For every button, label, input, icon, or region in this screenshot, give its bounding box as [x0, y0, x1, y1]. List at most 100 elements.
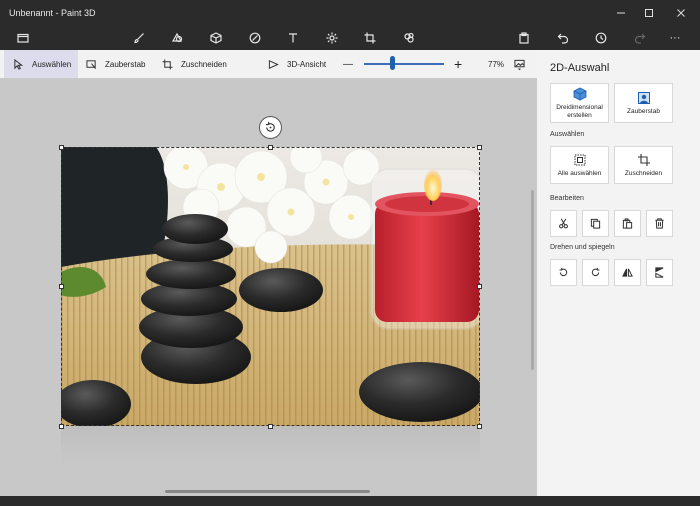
- resize-handle-bottom-left[interactable]: [59, 424, 64, 429]
- zoom-slider-thumb[interactable]: [389, 56, 395, 70]
- cut-button[interactable]: [550, 210, 577, 237]
- stickers-tool[interactable]: [240, 26, 270, 50]
- select-label: Auswählen: [32, 59, 72, 69]
- window-bottom-edge: [0, 496, 700, 506]
- zoom-in-button[interactable]: +: [454, 50, 462, 78]
- select-button[interactable]: Auswählen: [4, 50, 78, 78]
- canvas-tool[interactable]: [355, 26, 385, 50]
- magic-select-icon: [86, 59, 97, 69]
- copy-button[interactable]: [582, 210, 609, 237]
- close-button[interactable]: [664, 0, 698, 26]
- select-all-icon: [574, 154, 585, 166]
- undo-icon: [557, 33, 569, 44]
- crop-panel-button[interactable]: Zuschneiden: [614, 146, 673, 184]
- resize-handle-bottom[interactable]: [268, 424, 273, 429]
- horizontal-scrollbar[interactable]: [165, 490, 370, 493]
- crop-icon: [637, 153, 650, 166]
- crop-panel-label: Zuschneiden: [624, 169, 663, 177]
- resize-handle-top-left[interactable]: [59, 145, 64, 150]
- shapes-3d-icon: [210, 32, 222, 44]
- magic-select-panel-button[interactable]: Zauberstab: [614, 83, 673, 123]
- brush-icon: [134, 33, 144, 44]
- zoom-value: 77%: [488, 59, 505, 69]
- rotate-right-button[interactable]: [582, 259, 609, 286]
- resize-handle-top[interactable]: [268, 145, 273, 150]
- minimize-icon: [617, 12, 625, 14]
- cut-icon: [559, 218, 568, 229]
- select-all-button[interactable]: Alle auswählen: [550, 146, 609, 184]
- side-panel: 2D-Auswahl Dreidimensional erstellen Zau…: [537, 50, 700, 506]
- vertical-scrollbar[interactable]: [531, 190, 534, 370]
- 3d-view-label: 3D-Ansicht: [287, 59, 327, 69]
- paste-icon: [519, 32, 529, 44]
- flip-horizontal-button[interactable]: [646, 259, 673, 286]
- maximize-button[interactable]: [632, 0, 666, 26]
- flip-horizontal-icon: [655, 267, 664, 278]
- image-view-icon: [514, 59, 525, 70]
- paste-button[interactable]: [509, 26, 539, 50]
- main-toolbar: ···: [0, 26, 700, 50]
- shapes-2d-icon: [171, 32, 183, 43]
- rotate-handle[interactable]: [259, 116, 282, 139]
- history-icon: [595, 32, 607, 44]
- resize-handle-top-right[interactable]: [477, 145, 482, 150]
- redo-icon: [634, 33, 646, 44]
- select-section-label: Auswählen: [550, 131, 585, 138]
- magic-select-icon: [637, 91, 650, 104]
- history-button[interactable]: [586, 26, 616, 50]
- more-button[interactable]: ···: [660, 26, 690, 50]
- rotate-right-icon: [591, 267, 600, 277]
- magic-select-panel-label: Zauberstab: [627, 107, 660, 115]
- brushes-tool[interactable]: [124, 26, 154, 50]
- effects-icon: [326, 32, 338, 44]
- 3d-view-icon: [268, 59, 279, 69]
- window-title: Unbenannt - Paint 3D: [9, 8, 96, 18]
- rotate-section-label: Drehen und spiegeln: [550, 244, 615, 251]
- undo-button[interactable]: [548, 26, 578, 50]
- resize-handle-bottom-right[interactable]: [477, 424, 482, 429]
- make-3d-button[interactable]: Dreidimensional erstellen: [550, 83, 609, 123]
- 3d-library-tool[interactable]: [394, 26, 424, 50]
- edit-section-label: Bearbeiten: [550, 195, 584, 202]
- maximize-icon: [645, 9, 653, 17]
- cube-icon: [573, 87, 586, 101]
- crop-label: Zuschneiden: [181, 59, 227, 69]
- delete-icon: [655, 218, 664, 229]
- rotate-icon: [266, 121, 275, 132]
- redo-button[interactable]: [625, 26, 655, 50]
- flip-vertical-icon: [622, 268, 633, 277]
- resize-handle-right[interactable]: [477, 284, 482, 289]
- effects-tool[interactable]: [317, 26, 347, 50]
- paste-panel-button[interactable]: [614, 210, 641, 237]
- select-all-label: Alle auswählen: [557, 169, 602, 177]
- close-icon: [677, 9, 685, 17]
- magic-select-label: Zauberstab: [105, 59, 146, 69]
- delete-button[interactable]: [646, 210, 673, 237]
- crop-icon: [162, 58, 173, 70]
- stickers-icon: [249, 32, 261, 44]
- text-icon: [289, 33, 297, 43]
- folder-icon: [17, 33, 29, 43]
- zoom-out-button[interactable]: —: [343, 50, 353, 78]
- shapes-3d-tool[interactable]: [201, 26, 231, 50]
- crop-button[interactable]: Zuschneiden: [162, 50, 227, 78]
- selection-box[interactable]: [61, 147, 480, 426]
- magic-select-button[interactable]: Zauberstab: [86, 50, 145, 78]
- view-options-button[interactable]: [514, 50, 533, 78]
- menu-button[interactable]: [8, 26, 38, 50]
- panel-title: 2D-Auswahl: [550, 62, 610, 74]
- rotate-left-icon: [559, 267, 568, 277]
- make-3d-label: Dreidimensional erstellen: [556, 103, 603, 119]
- cursor-icon: [14, 58, 24, 70]
- zoom-slider-track[interactable]: [364, 63, 444, 65]
- canvas-icon: [364, 32, 376, 44]
- rotate-left-button[interactable]: [550, 259, 577, 286]
- shapes-2d-tool[interactable]: [162, 26, 192, 50]
- canvas-reflection: [61, 426, 480, 466]
- text-tool[interactable]: [278, 26, 308, 50]
- title-bar: Unbenannt - Paint 3D: [0, 0, 700, 26]
- 3d-view-button[interactable]: 3D-Ansicht: [268, 50, 326, 78]
- resize-handle-left[interactable]: [59, 284, 64, 289]
- command-bar: Auswählen Zauberstab Zuschneiden 3D-Ansi…: [0, 50, 537, 78]
- flip-vertical-button[interactable]: [614, 259, 641, 286]
